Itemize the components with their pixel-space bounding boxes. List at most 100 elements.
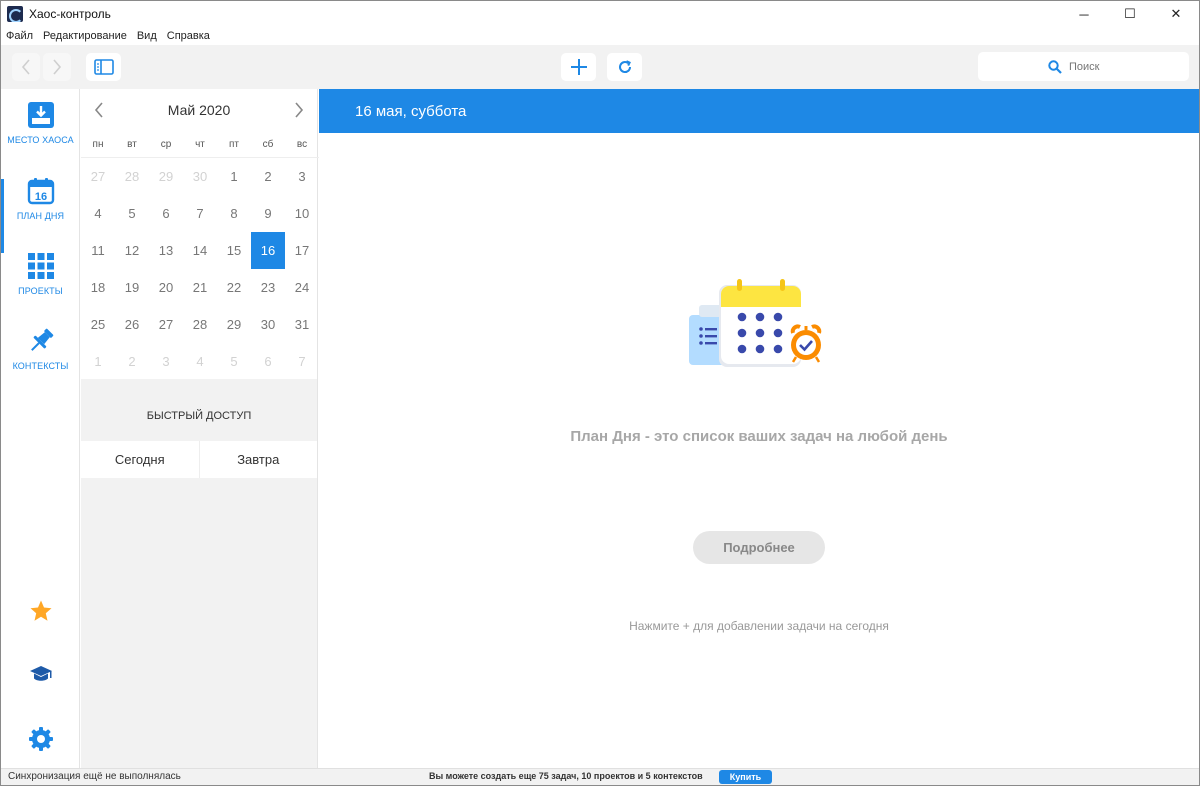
calendar-day[interactable]: 2 — [115, 343, 149, 380]
learn-more-button[interactable]: Подробнее — [693, 531, 825, 564]
calendar-day[interactable]: 7 — [183, 195, 217, 232]
calendar-day-selected[interactable]: 16 — [251, 232, 285, 269]
status-bar: Синхронизация ещё не выполнялась Вы може… — [1, 768, 1199, 785]
calendar-day[interactable]: 29 — [217, 306, 251, 343]
calendar-day[interactable]: 5 — [115, 195, 149, 232]
calendar-day[interactable]: 2 — [251, 158, 285, 195]
nav-item-chaos-box[interactable]: МЕСТО ХАОСА — [1, 101, 80, 175]
calendar-day[interactable]: 20 — [149, 269, 183, 306]
calendar-day[interactable]: 30 — [183, 158, 217, 195]
toolbar — [1, 45, 1199, 89]
calendar-day[interactable]: 9 — [251, 195, 285, 232]
weekday-header: вс — [296, 138, 308, 150]
weekday-header: ср — [160, 138, 172, 150]
calendar-day[interactable]: 24 — [285, 269, 319, 306]
calendar-day[interactable]: 4 — [183, 343, 217, 380]
calendar-grid: пн вт ср чт пт сб вс 27 28 29 30 1 2 3 4 5 6 7 8 9 10 11 12 13 1… — [81, 131, 319, 380]
calendar-day[interactable]: 4 — [81, 195, 115, 232]
toggle-sidebar-button[interactable] — [86, 53, 121, 81]
sidebar-icon — [93, 59, 114, 75]
nav-item-contexts[interactable]: КОНТЕКСТЫ — [1, 327, 80, 401]
calendar-day[interactable]: 1 — [217, 158, 251, 195]
calendar-day[interactable]: 21 — [183, 269, 217, 306]
menu-view[interactable]: Вид — [132, 30, 162, 42]
menu-file[interactable]: Файл — [1, 30, 38, 42]
calendar-day[interactable]: 14 — [183, 232, 217, 269]
sync-button[interactable] — [607, 53, 642, 81]
app-window: Хаос-контроль ─ ☐ ✕ Файл Редактирование … — [0, 0, 1200, 786]
calendar-day[interactable]: 27 — [81, 158, 115, 195]
calendar: Май 2020 пн вт ср чт пт сб вс 27 28 29 30 1 2 3 4 5 6 7 8 9… — [81, 89, 319, 380]
sync-status: Синхронизация ещё не выполнялась — [8, 771, 181, 782]
graduation-cap-icon — [29, 666, 52, 681]
forward-button[interactable] — [43, 53, 71, 81]
refresh-icon — [618, 60, 631, 73]
calendar-day[interactable]: 28 — [115, 158, 149, 195]
menu-edit[interactable]: Редактирование — [38, 30, 132, 42]
chevron-right-icon — [53, 59, 62, 75]
minimize-button[interactable]: ─ — [1061, 1, 1107, 27]
chevron-left-icon — [94, 102, 103, 118]
calendar-day[interactable]: 26 — [115, 306, 149, 343]
calendar-day[interactable]: 3 — [285, 158, 319, 195]
calendar-panel: Май 2020 пн вт ср чт пт сб вс 27 28 29 30 1 2 3 4 5 6 7 8 9… — [81, 89, 319, 769]
calendar-day[interactable]: 25 — [81, 306, 115, 343]
calendar-day[interactable]: 18 — [81, 269, 115, 306]
inbox-icon — [27, 102, 54, 128]
app-logo-icon — [7, 6, 23, 22]
calendar-icon-date: 16 — [34, 191, 46, 203]
learning-button[interactable] — [1, 664, 80, 684]
calendar-day[interactable]: 19 — [115, 269, 149, 306]
calendar-day[interactable]: 31 — [285, 306, 319, 343]
calendar-day[interactable]: 12 — [115, 232, 149, 269]
search-input[interactable] — [1069, 60, 1119, 73]
weekday-header: чт — [195, 138, 205, 150]
calendar-day[interactable]: 1 — [81, 343, 115, 380]
calendar-day[interactable]: 23 — [251, 269, 285, 306]
day-header: 16 мая, суббота — [319, 89, 1199, 133]
calendar-header: Май 2020 — [81, 89, 317, 131]
calendar-day[interactable]: 10 — [285, 195, 319, 232]
add-task-button[interactable] — [561, 53, 596, 81]
calendar-day[interactable]: 27 — [149, 306, 183, 343]
calendar-day[interactable]: 6 — [251, 343, 285, 380]
favorites-button[interactable] — [1, 599, 80, 623]
nav-label-day-plan: ПЛАН ДНЯ — [16, 211, 65, 221]
calendar-day[interactable]: 5 — [217, 343, 251, 380]
search-box[interactable] — [978, 52, 1189, 81]
calendar-month-title: Май 2020 — [167, 102, 231, 118]
calendar-day[interactable]: 17 — [285, 232, 319, 269]
window-title: Хаос-контроль — [29, 7, 111, 21]
tomorrow-button[interactable]: Завтра — [198, 441, 318, 478]
next-month-button[interactable] — [291, 100, 307, 120]
empty-state-title: План Дня - это список ваших задач на люб… — [570, 428, 948, 445]
calendar-day[interactable]: 13 — [149, 232, 183, 269]
calendar-day[interactable]: 29 — [149, 158, 183, 195]
calendar-day[interactable]: 6 — [149, 195, 183, 232]
back-button[interactable] — [12, 53, 40, 81]
today-button[interactable]: Сегодня — [81, 441, 199, 478]
calendar-day[interactable]: 8 — [217, 195, 251, 232]
prev-month-button[interactable] — [91, 100, 107, 120]
calendar-day[interactable]: 7 — [285, 343, 319, 380]
calendar-day[interactable]: 30 — [251, 306, 285, 343]
calendar-16-icon: 16 — [27, 178, 54, 205]
title-bar: Хаос-контроль ─ ☐ ✕ — [1, 1, 1199, 27]
left-navigation: МЕСТО ХАОСА 16 ПЛАН ДНЯ ПРОЕКТЫ КОНТЕКСТ… — [1, 89, 80, 769]
day-plan-illustration-icon — [689, 279, 823, 367]
maximize-button[interactable]: ☐ — [1107, 1, 1153, 27]
calendar-day[interactable]: 15 — [217, 232, 251, 269]
main-content: 16 мая, суббота План Дня - это список ва… — [319, 89, 1199, 769]
nav-item-day-plan[interactable]: 16 ПЛАН ДНЯ — [1, 177, 80, 253]
calendar-day[interactable]: 28 — [183, 306, 217, 343]
buy-button[interactable]: Купить — [719, 770, 772, 784]
calendar-day[interactable]: 11 — [81, 232, 115, 269]
menu-bar: Файл Редактирование Вид Справка — [1, 27, 1199, 45]
settings-button[interactable] — [1, 726, 80, 752]
calendar-day[interactable]: 22 — [217, 269, 251, 306]
calendar-day[interactable]: 3 — [149, 343, 183, 380]
close-button[interactable]: ✕ — [1153, 1, 1199, 27]
menu-help[interactable]: Справка — [162, 30, 215, 42]
limits-text: Вы можете создать еще 75 задач, 10 проек… — [429, 771, 703, 781]
nav-item-projects[interactable]: ПРОЕКТЫ — [1, 252, 80, 326]
